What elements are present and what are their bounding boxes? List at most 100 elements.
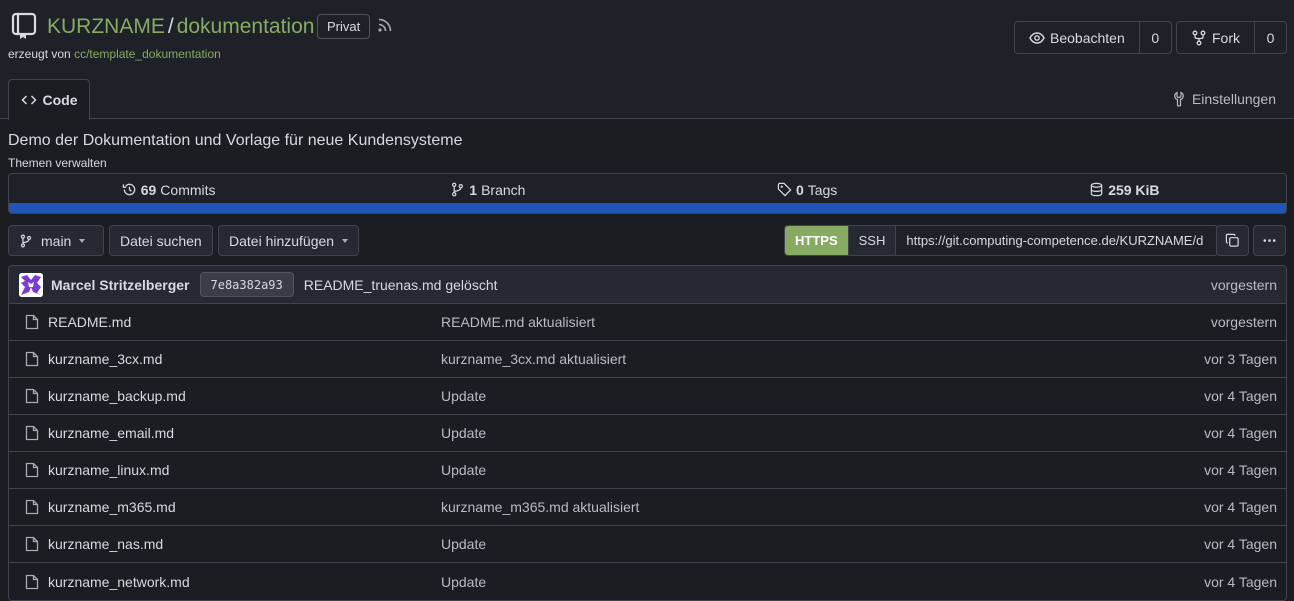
fork-button-group: Fork 0	[1176, 21, 1287, 54]
file-name-link[interactable]: kurzname_nas.md	[48, 536, 441, 552]
latest-commit-row: Marcel Stritzelberger 7e8a382a93 README_…	[9, 266, 1286, 304]
kebab-horizontal-icon	[1263, 239, 1276, 242]
commits-label: Commits	[160, 181, 216, 198]
file-commit-time: vor 4 Tagen	[1204, 462, 1277, 478]
fork-count[interactable]: 0	[1255, 22, 1286, 53]
repo-toolbar: main Datei suchen Datei hinzufügen HTTPS…	[8, 225, 1286, 256]
file-commit-message[interactable]: kurzname_m365.md aktualisiert	[441, 499, 639, 515]
file-icon	[25, 314, 39, 330]
file-name-link[interactable]: kurzname_linux.md	[48, 462, 441, 478]
forked-from-link[interactable]: cc/template_dokumentation	[74, 47, 221, 61]
file-row[interactable]: kurzname_linux.md Update vor 4 Tagen	[9, 452, 1286, 489]
copy-icon	[1225, 233, 1239, 247]
file-row[interactable]: kurzname_m365.md kurzname_m365.md aktuali…	[9, 489, 1286, 526]
file-icon	[25, 388, 39, 404]
file-commit-time: vor 4 Tagen	[1204, 425, 1277, 441]
file-commit-message[interactable]: README.md aktualisiert	[441, 314, 595, 330]
rss-feed-icon[interactable]	[378, 18, 392, 32]
commit-time: vorgestern	[1210, 276, 1277, 293]
file-commit-message[interactable]: Update	[441, 425, 486, 441]
file-commit-message[interactable]: Update	[441, 388, 486, 404]
watch-button[interactable]: Beobachten	[1015, 22, 1140, 53]
file-name-link[interactable]: kurzname_3cx.md	[48, 351, 441, 367]
clone-url-input[interactable]: https://git.computing-competence.de/KURZ…	[896, 226, 1218, 255]
file-name-link[interactable]: kurzname_network.md	[48, 574, 441, 590]
fork-icon	[1192, 30, 1206, 45]
language-bar[interactable]	[9, 203, 1286, 213]
file-list: Marcel Stritzelberger 7e8a382a93 README_…	[8, 265, 1287, 601]
fork-button[interactable]: Fork	[1177, 22, 1255, 53]
commit-sha-button[interactable]: 7e8a382a93	[199, 272, 294, 297]
file-icon	[25, 574, 39, 589]
branch-name: main	[41, 232, 72, 249]
file-name-link[interactable]: kurzname_email.md	[48, 425, 441, 441]
branch-dropdown[interactable]: main	[8, 225, 104, 256]
file-row[interactable]: README.md README.md aktualisiert vorgester…	[9, 304, 1286, 341]
file-row[interactable]: kurzname_nas.md Update vor 4 Tagen	[9, 526, 1286, 563]
tab-settings[interactable]: Einstellungen	[1171, 91, 1276, 107]
file-icon	[25, 499, 39, 515]
commit-message[interactable]: README_truenas.md gelöscht	[304, 277, 498, 293]
commit-author[interactable]: Marcel Stritzelberger	[51, 277, 190, 293]
repo-size: 259 KiB	[1108, 181, 1160, 198]
forked-from-prefix: erzeugt von	[8, 47, 71, 61]
file-name-link[interactable]: kurzname_m365.md	[48, 499, 441, 515]
avatar[interactable]	[19, 272, 43, 297]
file-commit-time: vor 4 Tagen	[1204, 499, 1277, 515]
file-row[interactable]: kurzname_3cx.md kurzname_3cx.md aktualisi…	[9, 341, 1286, 378]
repo-title: KURZNAME / dokumentation	[47, 14, 314, 40]
tab-settings-label: Einstellungen	[1191, 91, 1276, 107]
history-icon	[122, 183, 136, 196]
fork-label: Fork	[1212, 29, 1240, 46]
file-name-link[interactable]: kurzname_backup.md	[48, 388, 441, 404]
file-commit-time: vorgestern	[1210, 314, 1277, 330]
stat-size: 259 KiB	[967, 182, 1286, 198]
clone-https-button[interactable]: HTTPS	[785, 226, 848, 255]
repo-header: KURZNAME / dokumentation Privat erzeugt …	[0, 0, 1294, 120]
wrench-icon	[1174, 91, 1184, 107]
branch-icon	[20, 234, 32, 247]
file-commit-message[interactable]: Update	[441, 574, 486, 590]
find-file-button[interactable]: Datei suchen	[109, 225, 213, 256]
file-icon	[25, 536, 39, 552]
repo-stats-bar: 69 Commits 1 Branch 0 Tags 259 KiB	[8, 173, 1287, 214]
file-icon	[25, 425, 39, 441]
watch-label: Beobachten	[1050, 29, 1125, 46]
file-commit-time: vor 4 Tagen	[1204, 388, 1277, 404]
branches-label: Branch	[481, 181, 526, 198]
clone-panel: HTTPS SSH https://git.computing-competen…	[784, 225, 1219, 256]
file-rows: README.md README.md aktualisiert vorgester…	[9, 304, 1286, 600]
commits-count: 69	[140, 181, 157, 198]
tag-icon	[777, 182, 792, 197]
file-icon	[25, 462, 39, 478]
file-commit-message[interactable]: Update	[441, 462, 486, 478]
branch-icon	[452, 182, 464, 197]
watch-count[interactable]: 0	[1140, 22, 1171, 53]
clone-ssh-button[interactable]: SSH	[847, 226, 897, 255]
stat-tags[interactable]: 0 Tags	[648, 182, 967, 198]
file-commit-message[interactable]: Update	[441, 536, 486, 552]
tab-code-label: Code	[42, 92, 78, 108]
file-row[interactable]: kurzname_email.md Update vor 4 Tagen	[9, 415, 1286, 452]
chevron-down-icon	[342, 238, 349, 243]
file-commit-time: vor 4 Tagen	[1204, 573, 1277, 590]
branches-count: 1	[469, 181, 478, 198]
copy-url-button[interactable]	[1216, 225, 1249, 256]
repository-icon	[11, 12, 37, 39]
repo-owner-link[interactable]: KURZNAME	[47, 14, 165, 40]
stat-branches[interactable]: 1 Branch	[328, 182, 647, 198]
file-name-link[interactable]: README.md	[48, 314, 441, 330]
manage-topics-link[interactable]: Themen verwalten	[8, 156, 107, 170]
tab-code[interactable]: Code	[8, 79, 90, 120]
file-row[interactable]: kurzname_backup.md Update vor 4 Tagen	[9, 378, 1286, 415]
more-options-button[interactable]	[1253, 225, 1286, 256]
repo-description: Demo der Dokumentation und Vorlage für n…	[8, 132, 463, 149]
add-file-dropdown[interactable]: Datei hinzufügen	[218, 225, 360, 256]
file-commit-message[interactable]: kurzname_3cx.md aktualisiert	[441, 351, 626, 367]
file-commit-time: vor 4 Tagen	[1204, 536, 1277, 552]
tags-count: 0	[795, 181, 804, 198]
stat-commits[interactable]: 69 Commits	[9, 182, 328, 198]
repo-name-link[interactable]: dokumentation	[177, 14, 315, 40]
file-row[interactable]: kurzname_network.md Update vor 4 Tagen	[9, 563, 1286, 600]
code-icon	[20, 95, 37, 105]
